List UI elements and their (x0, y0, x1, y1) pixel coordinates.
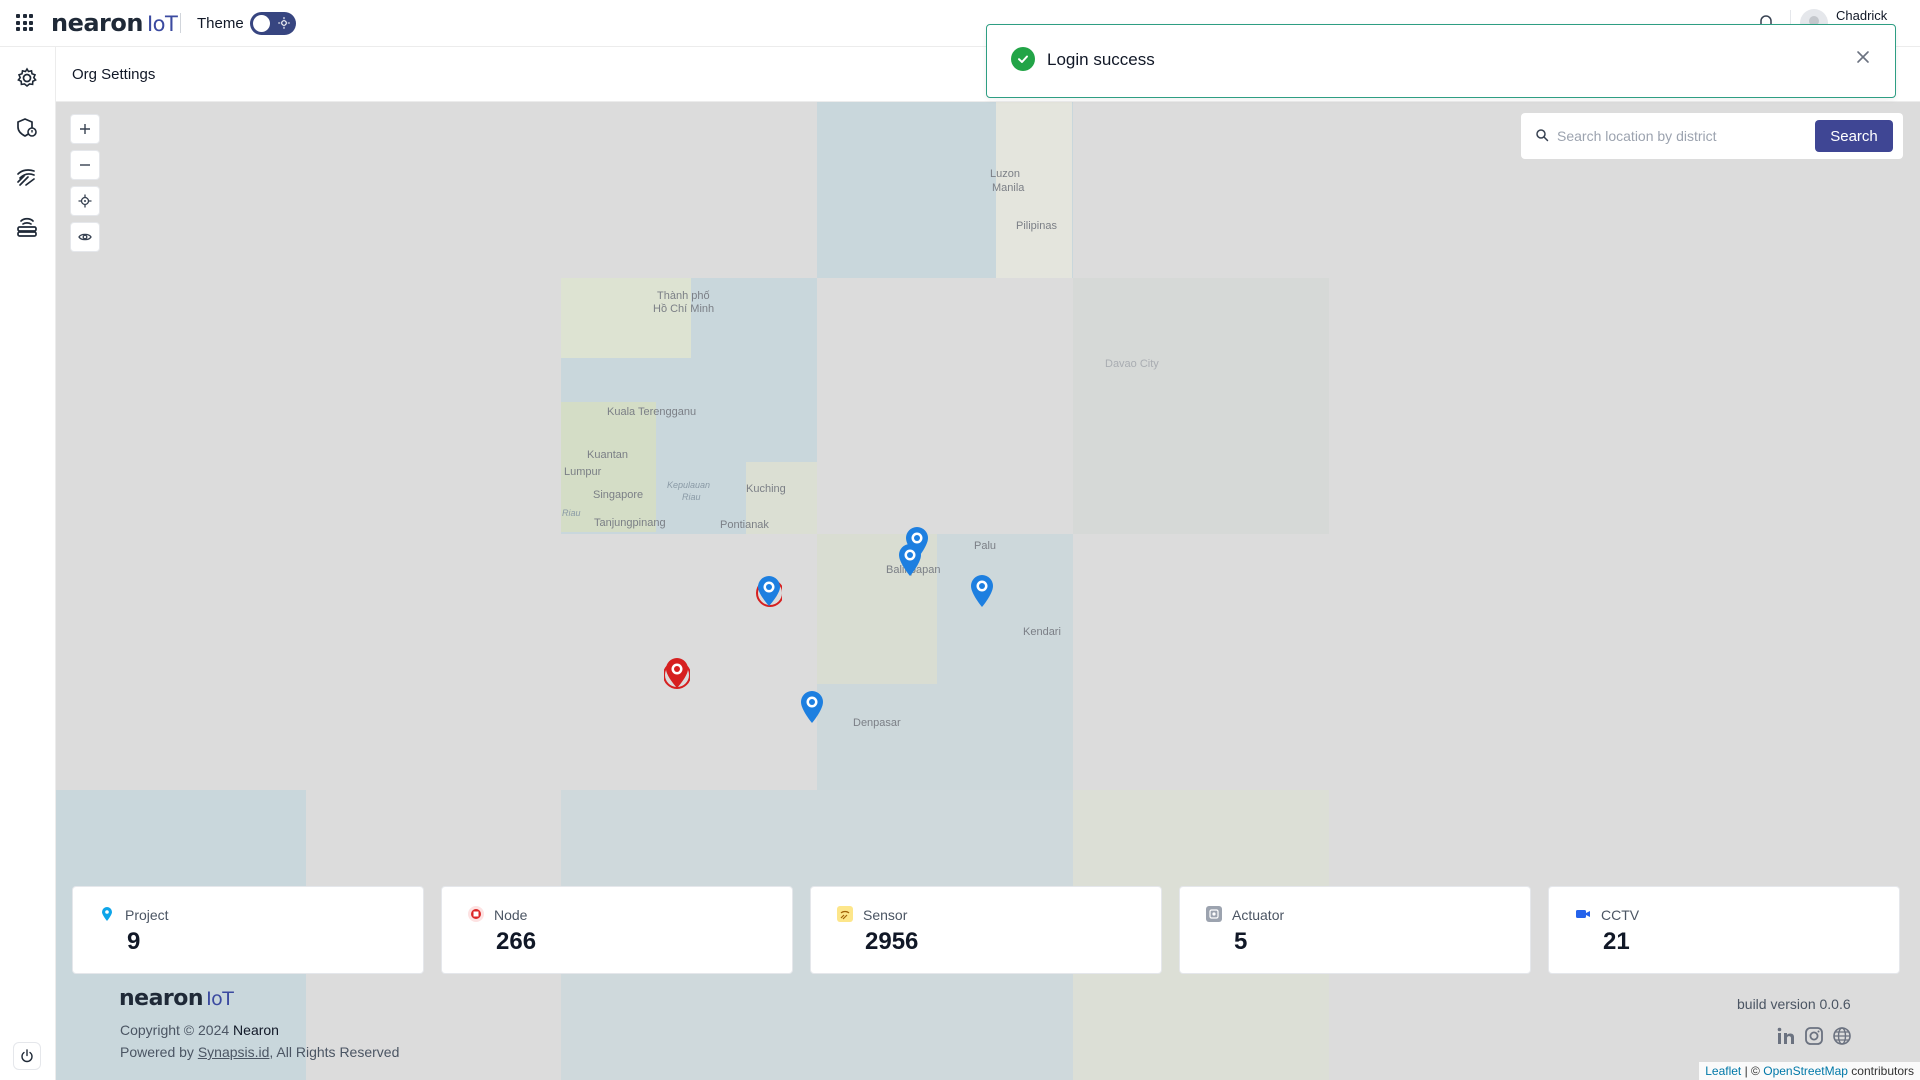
map-label: Riau (682, 492, 701, 502)
stat-value: 266 (496, 928, 537, 955)
powered-suffix: , All Rights Reserved (269, 1044, 400, 1060)
search-input[interactable] (1557, 123, 1807, 149)
map-label: Davao City (1105, 358, 1159, 370)
attribution-separator: | © (1744, 1064, 1760, 1078)
sidebar (0, 47, 56, 1080)
openstreetmap-link[interactable]: OpenStreetMap (1763, 1064, 1848, 1078)
build-version: build version 0.0.6 (1737, 996, 1851, 1012)
copyright-owner: Nearon (233, 1022, 279, 1038)
power-icon (21, 1049, 33, 1063)
blue-location-marker[interactable] (969, 574, 995, 608)
map-label: Kepulauan (667, 480, 711, 490)
node-icon (468, 906, 484, 922)
map-label: Lumpur (564, 466, 602, 478)
theme-toggle[interactable] (250, 12, 296, 35)
map-view[interactable]: Luzon Manila Pilipinas Thành phố Hồ Chí … (56, 102, 1920, 1080)
signal-waves-icon[interactable] (16, 166, 38, 188)
stat-label: CCTV (1601, 907, 1640, 923)
map-label: Singapore (593, 489, 644, 501)
theme-label: Theme (197, 15, 244, 32)
map-label: Kuala Terengganu (607, 406, 697, 418)
stat-card-cctv[interactable]: CCTV 21 (1548, 886, 1900, 974)
crosshair-icon (78, 194, 92, 208)
minus-icon (80, 164, 90, 166)
app-logo[interactable]: nearon IoT (51, 9, 178, 37)
stat-card-sensor[interactable]: Sensor 2956 (810, 886, 1162, 974)
camera-icon (1575, 906, 1591, 922)
locate-button[interactable] (70, 186, 100, 216)
powered-by-text: Powered by Synapsis.id, All Rights Reser… (120, 1044, 399, 1060)
map-label: Pilipinas (1016, 220, 1057, 232)
apps-grid-icon[interactable] (16, 14, 33, 31)
map-label: Kuantan (587, 449, 628, 461)
sensor-icon (837, 906, 853, 922)
stat-value: 5 (1234, 928, 1248, 955)
sun-icon (278, 17, 290, 29)
map-label: Luzon (990, 168, 1020, 180)
divider (180, 13, 181, 33)
copyright-prefix: Copyright © 2024 (120, 1022, 230, 1038)
toast-message: Login success (1047, 50, 1155, 69)
zoom-out-button[interactable] (70, 150, 100, 180)
check-circle-icon (1011, 47, 1035, 71)
stat-label: Actuator (1232, 907, 1285, 923)
red-location-marker[interactable] (664, 657, 690, 691)
logout-button[interactable] (13, 1042, 41, 1070)
map-label: Manila (992, 182, 1025, 194)
globe-icon[interactable] (1832, 1026, 1852, 1046)
page-title: Org Settings (72, 66, 156, 83)
attribution-suffix: contributors (1851, 1064, 1914, 1078)
user-name[interactable]: Chadrick (1836, 8, 1887, 23)
instagram-icon[interactable] (1804, 1026, 1824, 1046)
location-search: Search (1521, 113, 1903, 159)
map-label: Pontianak (720, 519, 769, 531)
logo-main-text: nearon (51, 9, 143, 37)
synapsis-link[interactable]: Synapsis.id (198, 1044, 270, 1060)
stat-value: 9 (127, 928, 141, 955)
stat-value: 21 (1603, 928, 1630, 955)
stat-card-actuator[interactable]: Actuator 5 (1179, 886, 1531, 974)
map-label: Tanjungpinang (594, 517, 666, 529)
map-label: Denpasar (853, 717, 901, 729)
toggle-knob (253, 15, 270, 32)
map-attribution: Leaflet | © OpenStreetMap contributors (1699, 1062, 1920, 1080)
stat-value: 2956 (865, 928, 919, 955)
visibility-button[interactable] (70, 222, 100, 252)
login-success-toast: Login success (986, 24, 1896, 98)
close-icon[interactable] (1855, 49, 1871, 65)
map-label: Riau (562, 508, 581, 518)
blue-location-marker[interactable] (897, 543, 923, 577)
leaflet-link[interactable]: Leaflet (1705, 1064, 1741, 1078)
stat-label: Sensor (863, 907, 908, 923)
red-blue-location-marker[interactable] (756, 575, 782, 609)
stat-label: Node (494, 907, 528, 923)
logo-suffix-text: IoT (146, 12, 178, 36)
map-label: Kuching (746, 483, 786, 495)
map-label: Hồ Chí Minh (653, 303, 715, 315)
zoom-in-button[interactable] (70, 114, 100, 144)
powered-prefix: Powered by (120, 1044, 194, 1060)
map-label: Palu (974, 540, 997, 552)
map-label: Thành phố (657, 290, 710, 302)
stat-card-node[interactable]: Node 266 (441, 886, 793, 974)
search-button[interactable]: Search (1815, 120, 1893, 152)
eye-icon (78, 233, 92, 241)
linkedin-icon[interactable] (1776, 1026, 1796, 1046)
footer-logo-main: nearon (119, 986, 204, 1011)
plus-icon (80, 124, 90, 134)
footer-logo-suffix: IoT (206, 988, 234, 1010)
map-label: Kendari (1023, 626, 1061, 638)
blue-location-marker[interactable] (799, 690, 825, 724)
settings-gear-icon[interactable] (16, 67, 38, 89)
map-tile (1073, 278, 1329, 534)
search-icon (1536, 129, 1549, 142)
actuator-icon (1206, 906, 1222, 922)
map-pin-icon (99, 906, 115, 922)
security-shield-icon[interactable] (16, 117, 38, 139)
router-device-icon[interactable] (16, 215, 38, 237)
footer-logo: nearon IoT (119, 986, 234, 1011)
copyright-text: Copyright © 2024 Nearon (120, 1022, 279, 1038)
stat-label: Project (125, 907, 169, 923)
stat-card-project[interactable]: Project 9 (72, 886, 424, 974)
